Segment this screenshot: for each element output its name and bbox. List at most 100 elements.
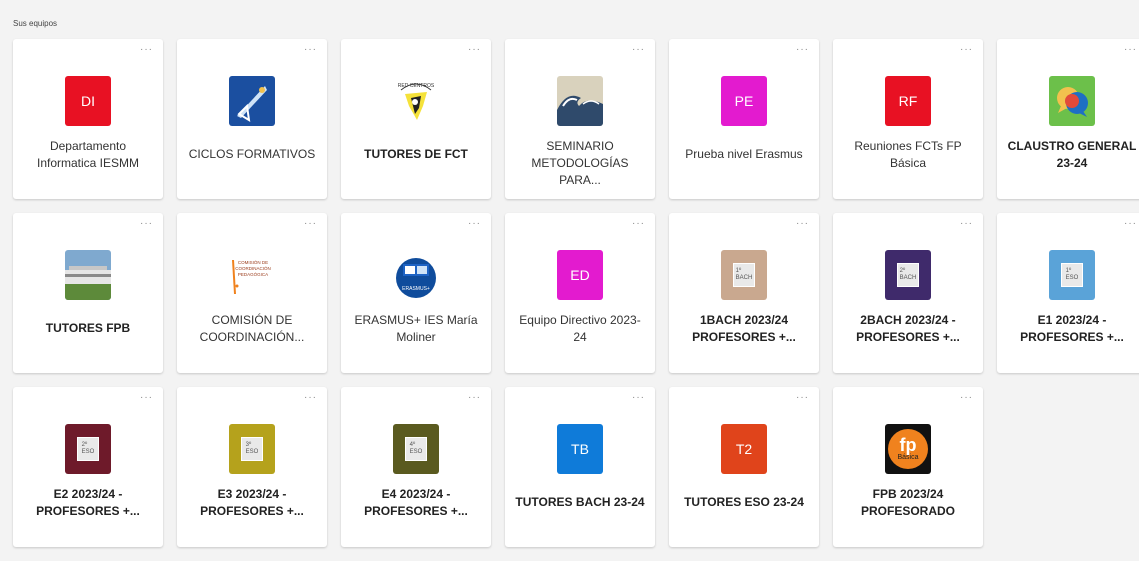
team-name: CICLOS FORMATIVOS: [188, 147, 316, 161]
eso-badge-icon: 3º ESO: [229, 424, 275, 474]
team-card[interactable]: ··· PE Prueba nivel Erasmus: [669, 39, 819, 199]
team-card[interactable]: ··· 3º ESO E3 2023/24 - PROFESORES +...: [177, 387, 327, 547]
team-initials: PE: [734, 93, 754, 109]
more-options-icon[interactable]: ···: [960, 393, 973, 403]
team-name: TUTORES DE FCT: [364, 147, 468, 161]
more-options-icon[interactable]: ···: [632, 219, 645, 229]
team-card[interactable]: ··· 2º BACH 2BACH 2023/24 - PROFESORES +..…: [833, 213, 983, 373]
team-initials: T2: [735, 441, 753, 457]
eso-badge-icon: 1º ESO: [1049, 250, 1095, 300]
team-name: FPB 2023/24 PROFESORADO: [860, 487, 955, 518]
more-options-icon[interactable]: ···: [140, 219, 153, 229]
badge-label: 1º ESO: [1061, 263, 1083, 287]
eso-badge-icon: 4º ESO: [393, 424, 439, 474]
svg-text:COORDINACIÓN: COORDINACIÓN: [235, 265, 271, 271]
team-card[interactable]: ··· DI Departamento Informatica IESMM: [13, 39, 163, 199]
team-card[interactable]: ··· TB TUTORES BACH 23-24: [505, 387, 655, 547]
more-options-icon[interactable]: ···: [796, 393, 809, 403]
badge-label: 3º ESO: [241, 437, 263, 461]
team-name: ERASMUS+ IES María Moliner: [354, 313, 478, 344]
team-card[interactable]: ··· CICLOS FORMATIVOS: [177, 39, 327, 199]
team-name: Prueba nivel Erasmus: [685, 147, 803, 161]
ruler-icon: [229, 76, 275, 126]
badge-label: 4º ESO: [405, 437, 427, 461]
svg-text:COMISIÓN DE: COMISIÓN DE: [238, 259, 268, 265]
team-card[interactable]: ··· TUTORES FPB: [13, 213, 163, 373]
team-name: 1BACH 2023/24 PROFESORES +...: [692, 313, 796, 344]
team-card[interactable]: ··· 4º ESO E4 2023/24 - PROFESORES +...: [341, 387, 491, 547]
building-photo-icon: [65, 250, 111, 300]
teams-grid: ··· DI Departamento Informatica IESMM ··· CI…: [13, 39, 1139, 547]
svg-text:ERASMUS+: ERASMUS+: [402, 286, 430, 292]
team-name: TUTORES ESO 23-24: [684, 495, 804, 509]
team-name: COMISIÓN DE COORDINACIÓN...: [199, 313, 305, 344]
team-name: SEMINARIO METODOLOGÍAS PARA...: [531, 139, 629, 187]
more-options-icon[interactable]: ···: [796, 45, 809, 55]
erasmus-logo-icon: ERASMUS+: [393, 250, 439, 300]
section-title: Sus equipos: [13, 19, 58, 28]
team-avatar: TB: [557, 424, 603, 474]
team-avatar: PE: [721, 76, 767, 126]
team-avatar: DI: [65, 76, 111, 126]
more-options-icon[interactable]: ···: [304, 219, 317, 229]
team-name: TUTORES FPB: [45, 321, 131, 335]
team-card[interactable]: ··· ERASMUS+ ERASMUS+ IES María Moliner: [341, 213, 491, 373]
team-card[interactable]: ··· 1º ESO E1 2023/24 - PROFESORES +...: [997, 213, 1139, 373]
team-name: Reuniones FCTs FP Básica: [854, 139, 962, 170]
team-avatar: ED: [557, 250, 603, 300]
more-options-icon[interactable]: ···: [632, 393, 645, 403]
more-options-icon[interactable]: ···: [960, 219, 973, 229]
team-card[interactable]: ··· RED CENTROS TUTORES DE FCT: [341, 39, 491, 199]
team-initials: DI: [81, 93, 95, 109]
more-options-icon[interactable]: ···: [304, 45, 317, 55]
team-name: E4 2023/24 - PROFESORES +...: [364, 487, 468, 518]
team-name: E1 2023/24 - PROFESORES +...: [1020, 313, 1124, 344]
team-name: Departamento Informatica IESMM: [36, 139, 140, 170]
more-options-icon[interactable]: ···: [468, 219, 481, 229]
team-name: 2BACH 2023/24 - PROFESORES +...: [856, 313, 960, 344]
team-name: CLAUSTRO GENERAL 23-24: [1007, 139, 1137, 170]
more-options-icon[interactable]: ···: [632, 45, 645, 55]
more-options-icon[interactable]: ···: [468, 45, 481, 55]
more-options-icon[interactable]: ···: [468, 393, 481, 403]
team-card[interactable]: ··· 1º BACH 1BACH 2023/24 PROFESORES +...: [669, 213, 819, 373]
badge-label: 1º BACH: [733, 263, 755, 287]
fct-logo-icon: RED CENTROS: [393, 76, 439, 126]
bach-badge-icon: 2º BACH: [885, 250, 931, 300]
team-name: E3 2023/24 - PROFESORES +...: [200, 487, 304, 518]
team-card[interactable]: ··· RF Reuniones FCTs FP Básica: [833, 39, 983, 199]
team-avatar: RF: [885, 76, 931, 126]
team-initials: ED: [570, 267, 590, 283]
wave-image-icon: [557, 76, 603, 126]
bach-badge-icon: 1º BACH: [721, 250, 767, 300]
svg-text:RED CENTROS: RED CENTROS: [398, 83, 435, 89]
team-initials: RF: [898, 93, 918, 109]
team-card[interactable]: ··· ED Equipo Directivo 2023-24: [505, 213, 655, 373]
team-card[interactable]: ··· CLAUSTRO GENERAL 23-24: [997, 39, 1139, 199]
more-options-icon[interactable]: ···: [796, 219, 809, 229]
more-options-icon[interactable]: ···: [304, 393, 317, 403]
badge-label: 2º ESO: [77, 437, 99, 461]
team-name: Equipo Directivo 2023-24: [519, 313, 641, 344]
chat-bubbles-icon: [1049, 76, 1095, 126]
more-options-icon[interactable]: ···: [140, 393, 153, 403]
team-card[interactable]: ··· T2 TUTORES ESO 23-24: [669, 387, 819, 547]
badge-label: 2º BACH: [897, 263, 919, 287]
team-card[interactable]: ··· SEMINARIO METODOLOGÍAS PARA...: [505, 39, 655, 199]
comision-logo-icon: COMISIÓN DE COORDINACIÓN PEDAGÓGICA: [229, 250, 275, 300]
fp-logo-icon: fp Básica: [885, 424, 931, 474]
team-card[interactable]: ··· 2º ESO E2 2023/24 - PROFESORES +...: [13, 387, 163, 547]
more-options-icon[interactable]: ···: [960, 45, 973, 55]
more-options-icon[interactable]: ···: [1124, 219, 1137, 229]
fp-logo-subtext: Básica: [897, 454, 919, 461]
more-options-icon[interactable]: ···: [1124, 45, 1137, 55]
team-name: E2 2023/24 - PROFESORES +...: [36, 487, 140, 518]
team-name: TUTORES BACH 23-24: [515, 495, 645, 509]
team-card[interactable]: ··· COMISIÓN DE COORDINACIÓN PEDAGÓGICA COMI…: [177, 213, 327, 373]
fp-logo-text: fp: [899, 435, 917, 455]
team-card[interactable]: ··· fp Básica FPB 2023/24 PROFESORADO: [833, 387, 983, 547]
team-avatar: T2: [721, 424, 767, 474]
eso-badge-icon: 2º ESO: [65, 424, 111, 474]
svg-text:PEDAGÓGICA: PEDAGÓGICA: [238, 271, 268, 277]
more-options-icon[interactable]: ···: [140, 45, 153, 55]
